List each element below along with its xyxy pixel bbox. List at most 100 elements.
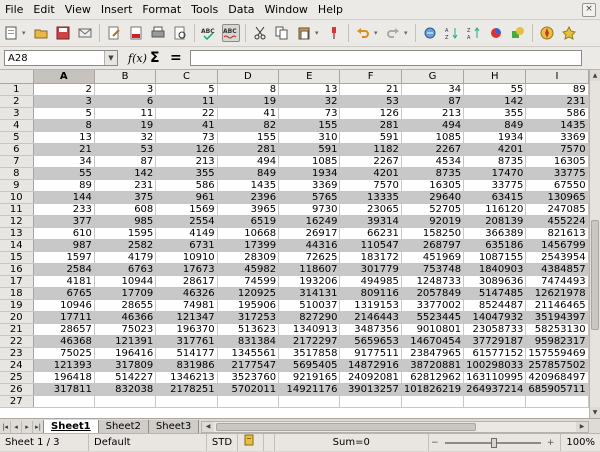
column-header-d[interactable]: D bbox=[217, 70, 280, 84]
cell[interactable]: 7474493 bbox=[525, 275, 589, 288]
cell[interactable]: 591 bbox=[278, 143, 341, 156]
cell[interactable]: 26917 bbox=[278, 227, 341, 240]
cell[interactable]: 75023 bbox=[94, 323, 157, 336]
cell[interactable]: 17711 bbox=[33, 311, 95, 324]
cell[interactable]: 142 bbox=[463, 95, 527, 108]
cell[interactable]: 10944 bbox=[94, 275, 157, 288]
cell[interactable]: 317809 bbox=[94, 359, 157, 372]
cell[interactable]: 29640 bbox=[401, 191, 465, 204]
cell[interactable]: 6731 bbox=[155, 239, 218, 252]
cell[interactable]: 110547 bbox=[339, 239, 402, 252]
cell[interactable]: 8 bbox=[217, 83, 280, 96]
cell[interactable]: 28655 bbox=[94, 299, 157, 312]
cell[interactable]: 14047932 bbox=[463, 311, 527, 324]
cell[interactable]: 3487356 bbox=[339, 323, 402, 336]
cell[interactable]: 1456799 bbox=[525, 239, 589, 252]
name-box-value[interactable]: A28 bbox=[5, 53, 104, 64]
undo-icon[interactable] bbox=[354, 24, 372, 42]
zoom-in-button[interactable]: + bbox=[545, 438, 557, 448]
cell[interactable]: 961 bbox=[155, 191, 218, 204]
cell[interactable]: 6 bbox=[94, 95, 157, 108]
cell[interactable]: 420968497 bbox=[525, 371, 589, 384]
cell[interactable]: 19 bbox=[217, 95, 280, 108]
cell[interactable]: 16305 bbox=[525, 155, 589, 168]
cell[interactable]: 53 bbox=[339, 95, 402, 108]
cell[interactable]: 19 bbox=[94, 119, 157, 132]
cell[interactable]: 8 bbox=[33, 119, 95, 132]
scroll-up-icon[interactable]: ▲ bbox=[590, 70, 600, 81]
cell[interactable]: 2 bbox=[33, 83, 95, 96]
cell[interactable]: 23847965 bbox=[401, 347, 465, 360]
cell[interactable]: 5702011 bbox=[217, 383, 280, 396]
cell[interactable]: 46368 bbox=[33, 335, 95, 348]
name-box-dropdown-icon[interactable]: ▼ bbox=[104, 51, 117, 65]
cell[interactable]: 268797 bbox=[401, 239, 465, 252]
cell[interactable]: 494 bbox=[401, 119, 465, 132]
save-icon[interactable] bbox=[54, 24, 72, 42]
cell[interactable]: 4201 bbox=[339, 167, 402, 180]
cell[interactable]: 16249 bbox=[278, 215, 341, 228]
cell[interactable] bbox=[94, 395, 157, 408]
cell[interactable]: 231 bbox=[525, 95, 589, 108]
hyperlink-icon[interactable] bbox=[421, 24, 439, 42]
cell[interactable]: 610 bbox=[33, 227, 95, 240]
row-header[interactable]: 6 bbox=[0, 143, 34, 156]
cell[interactable]: 635186 bbox=[463, 239, 527, 252]
cell[interactable]: 66231 bbox=[339, 227, 402, 240]
cell[interactable]: 5659653 bbox=[339, 335, 402, 348]
cell[interactable]: 3517858 bbox=[278, 347, 341, 360]
row-header[interactable]: 8 bbox=[0, 167, 34, 180]
row-header[interactable]: 21 bbox=[0, 323, 34, 336]
cell[interactable]: 155 bbox=[217, 131, 280, 144]
zoom-slider[interactable] bbox=[444, 437, 541, 448]
cell[interactable]: 513623 bbox=[217, 323, 280, 336]
row-header[interactable]: 5 bbox=[0, 131, 34, 144]
cell[interactable]: 9730 bbox=[278, 203, 341, 216]
cell[interactable]: 126 bbox=[155, 143, 218, 156]
cell[interactable] bbox=[401, 395, 465, 408]
cell[interactable]: 9177511 bbox=[339, 347, 402, 360]
horizontal-scroll-thumb[interactable] bbox=[216, 422, 476, 431]
paste-icon[interactable] bbox=[295, 24, 313, 42]
row-header[interactable]: 2 bbox=[0, 95, 34, 108]
cell[interactable]: 35194397 bbox=[525, 311, 589, 324]
cell[interactable]: 3523760 bbox=[217, 371, 280, 384]
cell[interactable]: 158250 bbox=[401, 227, 465, 240]
print-icon[interactable] bbox=[149, 24, 167, 42]
page-style[interactable]: Default bbox=[89, 434, 207, 451]
sum-button[interactable]: Σ bbox=[150, 50, 164, 66]
cell[interactable]: 67550 bbox=[525, 179, 589, 192]
cell[interactable]: 1435 bbox=[217, 179, 280, 192]
cell[interactable]: 1840903 bbox=[463, 263, 527, 276]
cell[interactable]: 2172297 bbox=[278, 335, 341, 348]
cell[interactable]: 314131 bbox=[278, 287, 341, 300]
cell[interactable]: 28617 bbox=[155, 275, 218, 288]
cell[interactable]: 11 bbox=[155, 95, 218, 108]
zoom-level[interactable]: 100% bbox=[560, 434, 600, 451]
cell[interactable]: 92019 bbox=[401, 215, 465, 228]
cell[interactable]: 22 bbox=[155, 107, 218, 120]
menu-file[interactable]: File bbox=[0, 0, 28, 19]
cell[interactable]: 608 bbox=[94, 203, 157, 216]
cell[interactable]: 41 bbox=[155, 119, 218, 132]
cell[interactable] bbox=[463, 395, 527, 408]
cell[interactable]: 55 bbox=[463, 83, 527, 96]
cell[interactable] bbox=[217, 395, 280, 408]
cell[interactable]: 163110995 bbox=[463, 371, 527, 384]
edit-file-icon[interactable] bbox=[105, 24, 123, 42]
cell[interactable]: 75025 bbox=[33, 347, 95, 360]
cell[interactable]: 301779 bbox=[339, 263, 402, 276]
cell[interactable]: 208139 bbox=[463, 215, 527, 228]
cell[interactable]: 3965 bbox=[217, 203, 280, 216]
cell[interactable]: 3369 bbox=[278, 179, 341, 192]
cell[interactable]: 1346213 bbox=[155, 371, 218, 384]
cell[interactable]: 13 bbox=[33, 131, 95, 144]
cell[interactable]: 7570 bbox=[339, 179, 402, 192]
cell[interactable]: 73 bbox=[155, 131, 218, 144]
menu-window[interactable]: Window bbox=[260, 0, 313, 19]
cell[interactable]: 3369 bbox=[525, 131, 589, 144]
cell[interactable] bbox=[33, 395, 95, 408]
vertical-scroll-thumb[interactable] bbox=[591, 220, 599, 330]
cell[interactable]: 33775 bbox=[525, 167, 589, 180]
row-header[interactable]: 19 bbox=[0, 299, 34, 312]
